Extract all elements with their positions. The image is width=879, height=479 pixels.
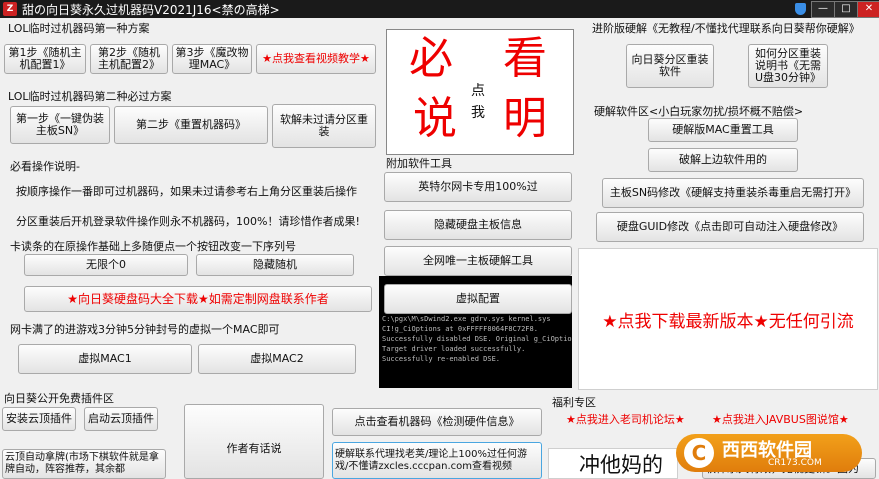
hard-unlock-promo[interactable]: 硬解联系代理找老荚/理论上100%过任何游戏/不懂请zxcles.cccpan.… (332, 442, 542, 479)
minimize-button[interactable]: — (811, 1, 835, 18)
watermark-url: CR173.COM (768, 458, 822, 468)
hard-mac-reset-button[interactable]: 硬解版MAC重置工具 (648, 118, 798, 142)
virtual-mac1-button[interactable]: 虚拟MAC1 (18, 344, 192, 374)
section5-title: 网卡满了的进游戏3分钟5分钟封号的虚拟一个MAC即可 (10, 323, 280, 336)
window-title: 甜の向日葵永久过机器码V2021J16<禁の高梯> (22, 3, 280, 17)
forum-link[interactable]: ★点我进入老司机论坛★ (566, 411, 685, 427)
reinstall-manual-button[interactable]: 如何分区重装说明书《无需U盘30分钟》 (748, 44, 828, 88)
welfare-banner[interactable]: 冲他妈的 (548, 448, 678, 479)
infinite-zero-button[interactable]: 无限个0 (24, 254, 188, 276)
section1-title: LOL临时过机器码第一种方案 (8, 22, 150, 35)
section2-title: LOL临时过机器码第二种必过方案 (8, 90, 172, 103)
check-hardware-button[interactable]: 点击查看机器码《检测硬件信息》 (332, 408, 542, 436)
hide-disk-info-button[interactable]: 隐藏硬盘主板信息 (384, 210, 572, 240)
console-line: C:\pgx\M\sDwind2.exe gdrv.sys kernel.sys (382, 315, 551, 323)
download-latest-text: ★点我下载最新版本★无任何引流 (602, 311, 854, 332)
step2-random-config2-button[interactable]: 第2步《随机主机配置2》 (90, 44, 168, 74)
launch-tft-plugin-button[interactable]: 启动云顶插件 (84, 407, 158, 431)
must-read-poster[interactable]: 必 看 说 明 点 我 (386, 29, 574, 155)
board-hard-unlock-button[interactable]: 全网唯一主板硬解工具 (384, 246, 572, 276)
spoof-serial-button[interactable]: 第一步《一键伪装主板SN》 (10, 106, 110, 144)
intel-nic-button[interactable]: 英特尔网卡专用100%过 (384, 172, 572, 202)
disk-code-download-button[interactable]: ★向日葵硬盘码大全下载★如需定制网盘联系作者 (24, 286, 372, 312)
instruction-line-1: 按顺序操作一番即可过机器码，如果未过请参考右上角分区重装后操作 (16, 185, 357, 198)
poster-char-3: 说 (413, 93, 457, 144)
reinstall-partition-button[interactable]: 软解未过请分区重装 (272, 104, 376, 148)
tft-auto-promo[interactable]: 云顶自动拿牌(市场下棋软件就是拿牌自动，阵容推荐，其余都 (2, 449, 166, 479)
poster-char-1: 必 (409, 33, 453, 84)
instruction-line-2: 分区重装后开机登录软件操作则永不机器码，100%！请珍惜作者成果! (16, 215, 360, 228)
download-latest-panel[interactable]: ★点我下载最新版本★无任何引流 (578, 248, 878, 390)
reset-machine-code-button[interactable]: 第二步《重置机器码》 (114, 106, 268, 144)
crack-tool-button[interactable]: 破解上边软件用的 (648, 148, 798, 172)
author-notes-button[interactable]: 作者有话说 (184, 404, 324, 479)
c-logo-icon: C (684, 438, 714, 468)
board-sn-modify-button[interactable]: 主板SN码修改《硬解支持重装杀毒重启无需打开》 (602, 178, 864, 208)
close-button[interactable]: ✕ (857, 1, 879, 18)
console-line: CI!g_CiOptions at 0xFFFFF8064F8C72F8. (382, 325, 538, 333)
poster-char-2: 看 (503, 33, 547, 84)
app-icon: Z (3, 2, 17, 16)
console-line: Target driver loaded successfully. (382, 345, 526, 353)
step1-random-config1-button[interactable]: 第1步《随机主机配置1》 (4, 44, 86, 74)
section3-title: 必看操作说明- (10, 160, 80, 173)
virtual-config-button[interactable]: 虚拟配置 (384, 284, 572, 314)
addon-title: 附加软件工具 (386, 157, 452, 170)
console-line: Successfully re-enabled DSE. (382, 355, 501, 363)
javbus-link[interactable]: ★点我进入JAVBUS图说馆★ (712, 411, 849, 427)
partition-reinstall-software-button[interactable]: 向日葵分区重装软件 (626, 44, 714, 88)
install-tft-plugin-button[interactable]: 安装云顶插件 (2, 407, 76, 431)
right-top-title: 进阶版硬解《无教程/不懂找代理联系向日葵帮你硬解》 (592, 22, 860, 35)
disk-guid-modify-button[interactable]: 硬盘GUID修改《点击即可自动注入硬盘修改》 (596, 212, 864, 242)
shield-icon[interactable] (795, 3, 806, 15)
poster-char-4: 明 (503, 93, 547, 144)
step3-mac-button[interactable]: 第3步《魔改物理MAC》 (172, 44, 252, 74)
section4-title: 卡读条的在原操作基础上多随便点一个按钮改变一下序列号 (10, 240, 296, 253)
hide-random-button[interactable]: 隐藏随机 (196, 254, 354, 276)
poster-small-2: 我 (471, 105, 485, 121)
virtual-mac2-button[interactable]: 虚拟MAC2 (198, 344, 356, 374)
title-bar: Z 甜の向日葵永久过机器码V2021J16<禁の高梯> — □ ✕ (0, 0, 879, 18)
section6-title: 向日葵公开免费插件区 (4, 392, 114, 405)
right-mid-title: 硬解软件区<小白玩家勿扰/损坏概不赔偿> (594, 105, 804, 118)
watermark-logo: C 西西软件园 CR173.COM (676, 434, 862, 472)
maximize-button[interactable]: □ (834, 1, 858, 18)
console-line: Successfully disabled DSE. Original g_Ci… (382, 335, 572, 343)
video-tutorial-button[interactable]: ★点我查看视频教学★ (256, 44, 376, 74)
welfare-title: 福利专区 (552, 396, 596, 409)
